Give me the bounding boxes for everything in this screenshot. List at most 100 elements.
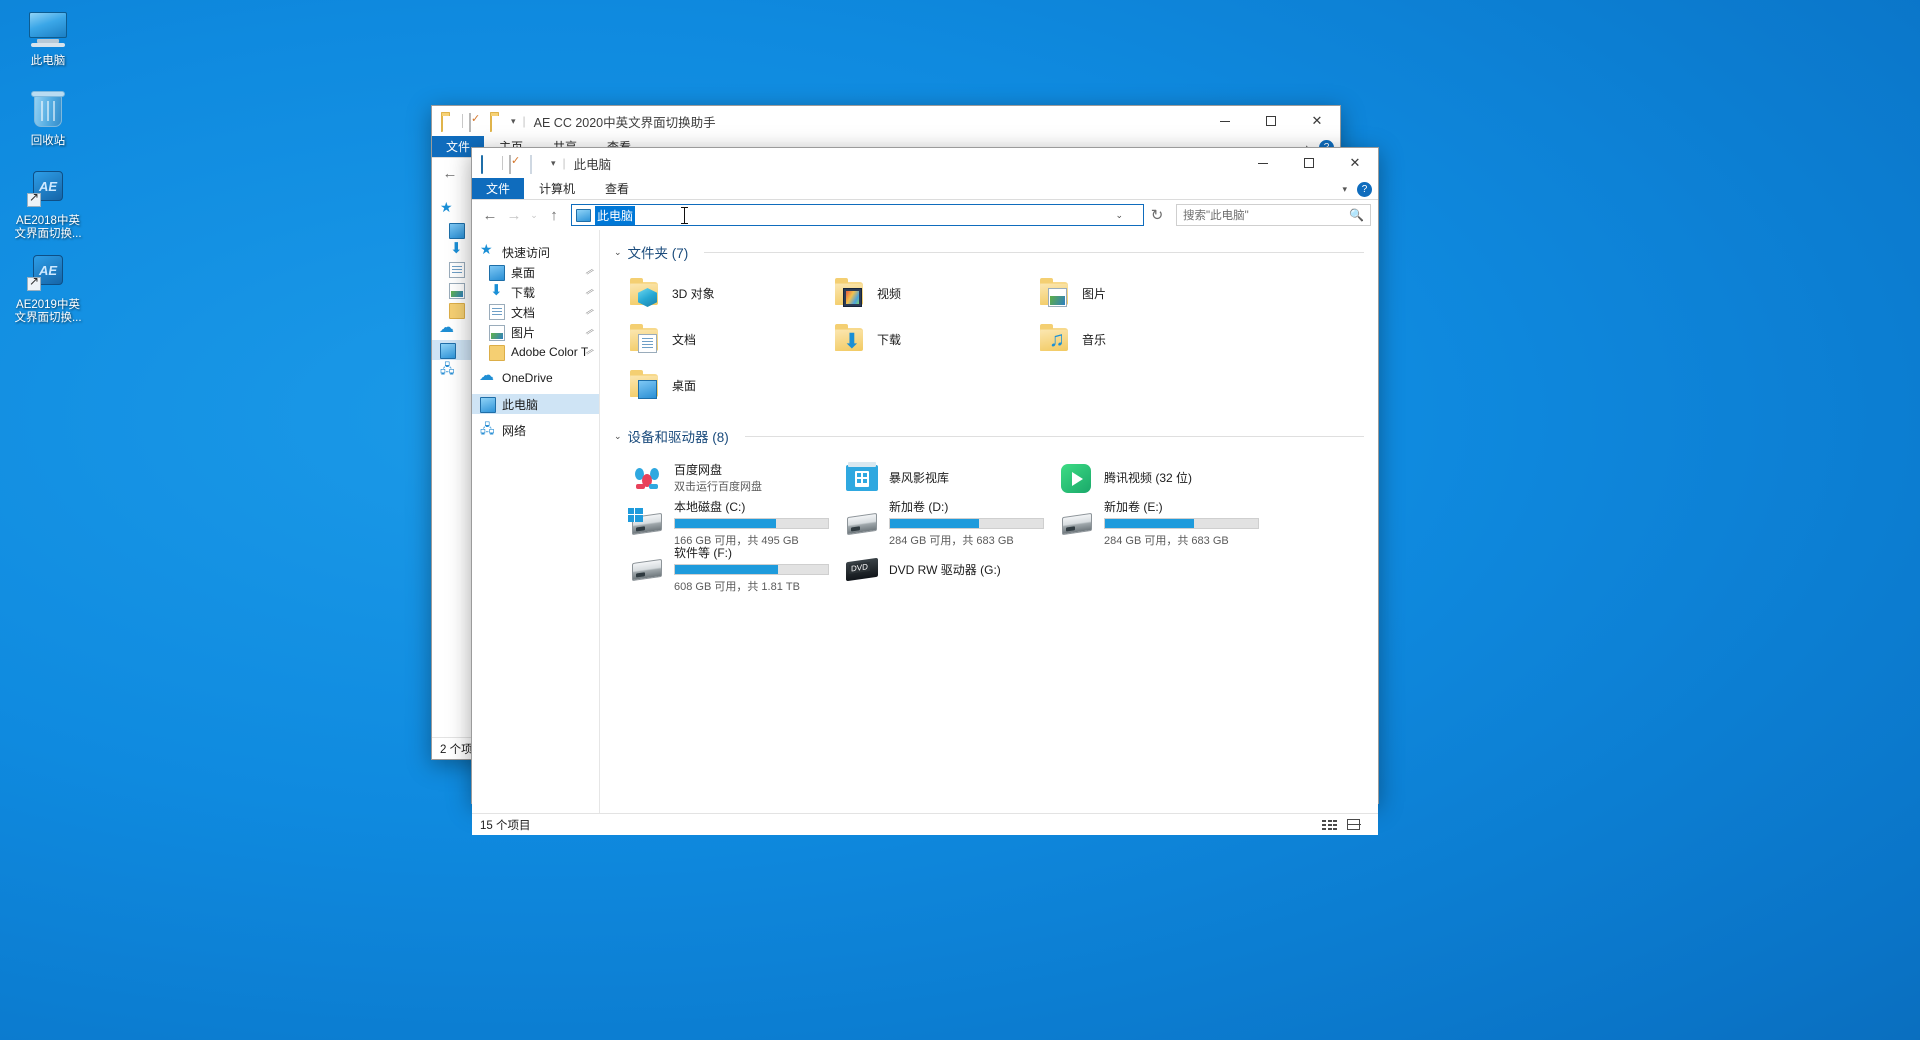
recent-locations-button[interactable]: ⌄ xyxy=(527,204,541,226)
new-folder-icon[interactable] xyxy=(490,113,505,132)
drive-item-volume-e[interactable]: 新加卷 (E:) 284 GB 可用，共 683 GB xyxy=(1054,500,1269,547)
blank-icon[interactable] xyxy=(530,155,545,174)
this-pc-icon xyxy=(440,343,456,359)
sidebar-item[interactable] xyxy=(432,260,471,280)
sidebar-item[interactable] xyxy=(432,300,471,320)
ribbon-tabs[interactable]: 文件 计算机 查看 ▾ ? xyxy=(472,178,1378,200)
chevron-down-icon[interactable]: ⌄ xyxy=(614,247,622,258)
properties-icon[interactable] xyxy=(469,113,484,132)
minimize-button[interactable] xyxy=(1202,106,1248,136)
chevron-down-icon[interactable]: ▾ xyxy=(1342,184,1347,195)
folders-group-header[interactable]: ⌄ 文件夹 (7) xyxy=(600,230,1378,270)
maximize-button[interactable] xyxy=(1286,148,1332,178)
maximize-button[interactable] xyxy=(1248,106,1294,136)
search-icon[interactable]: 🔍 xyxy=(1349,208,1364,222)
minimize-button[interactable] xyxy=(1240,148,1286,178)
tab-file[interactable]: 文件 xyxy=(472,178,525,199)
folder-item-downloads[interactable]: 下载 xyxy=(829,316,1034,362)
sidebar-item[interactable] xyxy=(432,220,471,240)
help-icon[interactable]: ? xyxy=(1357,181,1372,197)
baofeng-library-icon xyxy=(843,460,881,494)
properties-icon[interactable] xyxy=(509,155,524,174)
background-window-controls[interactable]: ✕ xyxy=(1202,106,1340,136)
desktop-icon-this-pc[interactable]: 此电脑 xyxy=(5,8,91,68)
sidebar-item[interactable] xyxy=(432,199,471,220)
view-buttons[interactable] xyxy=(1322,818,1370,832)
address-bar[interactable]: 此电脑 ⌄ xyxy=(571,204,1144,226)
forward-button[interactable]: → xyxy=(503,204,525,226)
desktop-icon-ae2018[interactable]: AE2018中英 文界面切换... xyxy=(5,168,91,241)
refresh-button[interactable]: ↻ xyxy=(1146,204,1168,226)
sidebar-item-downloads[interactable]: 下载 ⫽ xyxy=(472,281,599,302)
drive-item-volume-d[interactable]: 新加卷 (D:) 284 GB 可用，共 683 GB xyxy=(839,500,1054,547)
sidebar-item-desktop[interactable]: 桌面 ⫽ xyxy=(472,262,599,282)
drive-item-sub: 双击运行百度网盘 xyxy=(674,480,762,493)
pin-icon[interactable]: ⫽ xyxy=(584,286,594,297)
tab-computer[interactable]: 计算机 xyxy=(524,178,590,199)
navigation-pane[interactable]: 快速访问 桌面 ⫽ 下载 ⫽ 文档 ⫽ xyxy=(472,230,600,813)
folder-item-3d-objects[interactable]: 3D 对象 xyxy=(624,270,829,316)
sidebar-item[interactable] xyxy=(432,280,471,300)
pictures-icon xyxy=(489,325,505,341)
close-button[interactable]: ✕ xyxy=(1332,148,1378,178)
drive-item-dvd-g[interactable]: DVD DVD RW 驱动器 (G:) xyxy=(839,546,1054,592)
drive-item-baidu-netdisk[interactable]: 百度网盘 双击运行百度网盘 xyxy=(624,454,839,500)
desktop-icon-label: 回收站 xyxy=(30,135,66,147)
window-controls[interactable]: ✕ xyxy=(1240,148,1378,178)
folder-item-music[interactable]: 音乐 xyxy=(1034,316,1239,362)
folder-item-pictures[interactable]: 图片 xyxy=(1034,270,1239,316)
desktop-icon-recycle-bin[interactable]: 回收站 xyxy=(5,88,91,148)
drive-capacity-bar xyxy=(889,518,1044,529)
quick-access-toolbar[interactable]: ▾ xyxy=(432,113,516,132)
sidebar-item-this-pc[interactable]: 此电脑 xyxy=(472,394,599,414)
folder-item-desktop[interactable]: 桌面 xyxy=(624,362,829,408)
address-bar-value[interactable]: 此电脑 xyxy=(595,205,636,225)
folder-icon[interactable] xyxy=(441,113,456,132)
details-view-icon[interactable] xyxy=(1322,818,1338,832)
back-button[interactable]: ← xyxy=(479,204,501,226)
background-window-titlebar[interactable]: ▾ | AE CC 2020中英文界面切换助手 ✕ xyxy=(432,106,1340,136)
pin-icon[interactable]: ⫽ xyxy=(584,306,594,317)
this-pc-icon[interactable] xyxy=(481,155,496,174)
desktop-icon-ae2019[interactable]: AE2019中英 文界面切换... xyxy=(5,252,91,325)
back-button[interactable]: ← xyxy=(439,162,461,184)
sidebar-item-adobe-color[interactable]: Adobe Color T ⫽ xyxy=(472,342,599,362)
titlebar[interactable]: ▾ | 此电脑 ✕ xyxy=(472,148,1378,178)
drive-item-tencent-video[interactable]: 腾讯视频 (32 位) xyxy=(1054,454,1269,500)
downloads-icon xyxy=(449,239,465,258)
drive-capacity-bar xyxy=(674,564,829,575)
drive-item-software-f[interactable]: 软件等 (F:) 608 GB 可用，共 1.81 TB xyxy=(624,546,839,593)
sidebar-item-pictures[interactable]: 图片 ⫽ xyxy=(472,322,599,342)
drives-group-header[interactable]: ⌄ 设备和驱动器 (8) xyxy=(600,408,1378,454)
chevron-down-icon[interactable]: ⌄ xyxy=(614,431,622,442)
sidebar-item[interactable] xyxy=(432,360,471,382)
sidebar-item-documents[interactable]: 文档 ⫽ xyxy=(472,302,599,322)
background-navigation-pane[interactable] xyxy=(432,188,472,734)
drive-item-baofeng-library[interactable]: 暴风影视库 xyxy=(839,454,1054,500)
sidebar-item-onedrive[interactable]: OneDrive xyxy=(472,366,599,388)
drive-item-local-disk-c[interactable]: 本地磁盘 (C:) 166 GB 可用，共 495 GB xyxy=(624,500,839,547)
this-pc-icon xyxy=(480,397,496,413)
chevron-down-icon[interactable]: ⌄ xyxy=(1115,210,1123,221)
search-input[interactable]: 搜索"此电脑" 🔍 xyxy=(1176,204,1371,226)
sidebar-item-quick-access[interactable]: 快速访问 xyxy=(472,241,599,262)
sidebar-item[interactable] xyxy=(432,340,471,360)
navigation-bar[interactable]: ← → ⌄ ↑ 此电脑 ⌄ ↻ 搜索"此电脑" 🔍 xyxy=(472,200,1378,230)
pin-icon[interactable]: ⫽ xyxy=(584,266,594,277)
large-icons-view-icon[interactable] xyxy=(1346,818,1370,832)
sidebar-item[interactable] xyxy=(432,318,471,340)
folder-item-videos[interactable]: 视频 xyxy=(829,270,1034,316)
sidebar-item[interactable] xyxy=(432,239,471,260)
sidebar-item-network[interactable]: 网络 xyxy=(472,420,599,442)
folder-item-documents[interactable]: 文档 xyxy=(624,316,829,362)
pin-icon[interactable]: ⫽ xyxy=(584,326,594,337)
quick-access-toolbar[interactable]: ▾ xyxy=(472,155,556,174)
chevron-down-icon[interactable]: ▾ xyxy=(511,116,516,127)
up-button[interactable]: ↑ xyxy=(543,204,565,226)
file-explorer-window[interactable]: ▾ | 此电脑 ✕ 文件 计算机 查看 ▾ ? ← → ⌄ ↑ xyxy=(471,147,1379,835)
chevron-down-icon[interactable]: ▾ xyxy=(551,158,556,169)
status-bar: 15 个项目 xyxy=(472,813,1378,835)
tab-view[interactable]: 查看 xyxy=(590,178,644,199)
close-button[interactable]: ✕ xyxy=(1294,106,1340,136)
local-disk-icon xyxy=(628,506,666,540)
